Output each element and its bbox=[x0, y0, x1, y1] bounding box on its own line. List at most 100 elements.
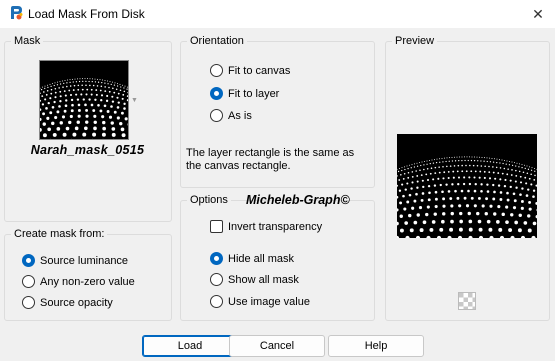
dot bbox=[76, 120, 80, 124]
dot bbox=[506, 173, 509, 176]
dot bbox=[102, 126, 106, 131]
dot bbox=[499, 178, 502, 181]
dot bbox=[463, 196, 467, 200]
dot bbox=[426, 235, 431, 238]
cancel-button[interactable]: Cancel bbox=[229, 335, 325, 357]
dot bbox=[402, 177, 405, 180]
radio-any-non-zero[interactable]: Any non-zero value bbox=[22, 275, 135, 288]
dot bbox=[494, 158, 495, 160]
dot bbox=[423, 168, 425, 171]
dot bbox=[54, 96, 57, 99]
dot bbox=[424, 160, 425, 162]
dot bbox=[461, 159, 463, 162]
dot bbox=[430, 167, 433, 169]
radio-source-luminance[interactable]: Source luminance bbox=[22, 254, 128, 267]
dot bbox=[86, 88, 89, 91]
dot bbox=[481, 204, 485, 208]
radio-label: Fit to layer bbox=[228, 87, 280, 100]
dot bbox=[64, 104, 68, 107]
dot bbox=[123, 90, 126, 93]
dot bbox=[422, 220, 427, 225]
dot bbox=[91, 80, 93, 83]
dot bbox=[426, 163, 428, 165]
load-button[interactable]: Load bbox=[142, 335, 238, 357]
dot bbox=[499, 198, 503, 201]
radio-button[interactable] bbox=[210, 87, 223, 100]
paintshop-app-icon bbox=[11, 6, 23, 20]
dot bbox=[399, 167, 400, 169]
dot bbox=[70, 109, 74, 113]
dot bbox=[399, 214, 403, 218]
radio-hide-all-mask[interactable]: Hide all mask bbox=[210, 252, 294, 265]
help-button[interactable]: Help bbox=[328, 335, 424, 357]
dot bbox=[89, 78, 91, 80]
dot bbox=[492, 161, 495, 163]
dot bbox=[407, 176, 410, 179]
dot bbox=[42, 86, 43, 88]
checkbox-invert-transparency[interactable]: Invert transparency bbox=[210, 220, 322, 233]
dot bbox=[422, 185, 425, 189]
dot bbox=[423, 164, 425, 166]
dot bbox=[509, 160, 510, 162]
mask-thumbnail[interactable] bbox=[39, 60, 129, 140]
dot bbox=[468, 219, 473, 224]
dot bbox=[64, 79, 66, 81]
dot bbox=[460, 189, 464, 193]
dot bbox=[411, 175, 414, 178]
dot bbox=[46, 89, 49, 92]
radio-button[interactable] bbox=[22, 296, 35, 309]
dot bbox=[40, 88, 43, 91]
dot bbox=[523, 221, 528, 225]
dot bbox=[476, 164, 479, 167]
dot bbox=[453, 165, 456, 167]
dot bbox=[56, 127, 61, 131]
dot bbox=[478, 227, 483, 232]
dot bbox=[51, 121, 55, 126]
radio-button[interactable] bbox=[22, 254, 35, 267]
dot bbox=[530, 173, 532, 176]
dot bbox=[127, 91, 128, 94]
transparency-toggle-icon[interactable] bbox=[458, 292, 476, 310]
dot bbox=[488, 165, 490, 168]
mask-dot-pattern bbox=[40, 78, 128, 139]
preview-dot-pattern bbox=[397, 156, 537, 238]
dot bbox=[464, 159, 466, 162]
radio-button[interactable] bbox=[210, 273, 223, 286]
dot bbox=[60, 138, 62, 139]
dot bbox=[528, 177, 531, 180]
radio-use-image-value[interactable]: Use image value bbox=[210, 295, 310, 308]
close-button[interactable]: ✕ bbox=[521, 0, 555, 28]
radio-button[interactable] bbox=[210, 295, 223, 308]
dot bbox=[505, 163, 507, 165]
dot bbox=[67, 79, 68, 81]
mask-dropdown-arrow-icon[interactable]: ▼ bbox=[131, 97, 138, 104]
dot bbox=[439, 158, 440, 160]
radio-button[interactable] bbox=[210, 252, 223, 265]
dot bbox=[104, 90, 107, 92]
dot bbox=[458, 227, 463, 232]
dot bbox=[62, 86, 64, 88]
dot bbox=[411, 181, 414, 184]
create-mask-group-label: Create mask from: bbox=[11, 228, 108, 240]
dot bbox=[40, 108, 42, 111]
radio-button[interactable] bbox=[210, 109, 223, 122]
dot bbox=[40, 99, 42, 102]
dot bbox=[488, 177, 492, 180]
dot bbox=[82, 132, 87, 137]
radio-button[interactable] bbox=[210, 64, 223, 77]
dot bbox=[81, 138, 83, 139]
dot bbox=[450, 211, 454, 216]
radio-button[interactable] bbox=[22, 275, 35, 288]
dot bbox=[59, 99, 62, 103]
dot bbox=[467, 189, 470, 193]
radio-show-all-mask[interactable]: Show all mask bbox=[210, 273, 299, 286]
dot bbox=[108, 86, 110, 89]
radio-source-opacity[interactable]: Source opacity bbox=[22, 296, 113, 309]
dot bbox=[85, 93, 88, 96]
checkbox[interactable] bbox=[210, 220, 223, 233]
dot bbox=[43, 91, 45, 93]
radio-fit-to-canvas[interactable]: Fit to canvas bbox=[210, 64, 290, 77]
dot bbox=[69, 93, 73, 97]
radio-as-is[interactable]: As is bbox=[210, 109, 252, 122]
radio-fit-to-layer[interactable]: Fit to layer bbox=[210, 87, 279, 100]
